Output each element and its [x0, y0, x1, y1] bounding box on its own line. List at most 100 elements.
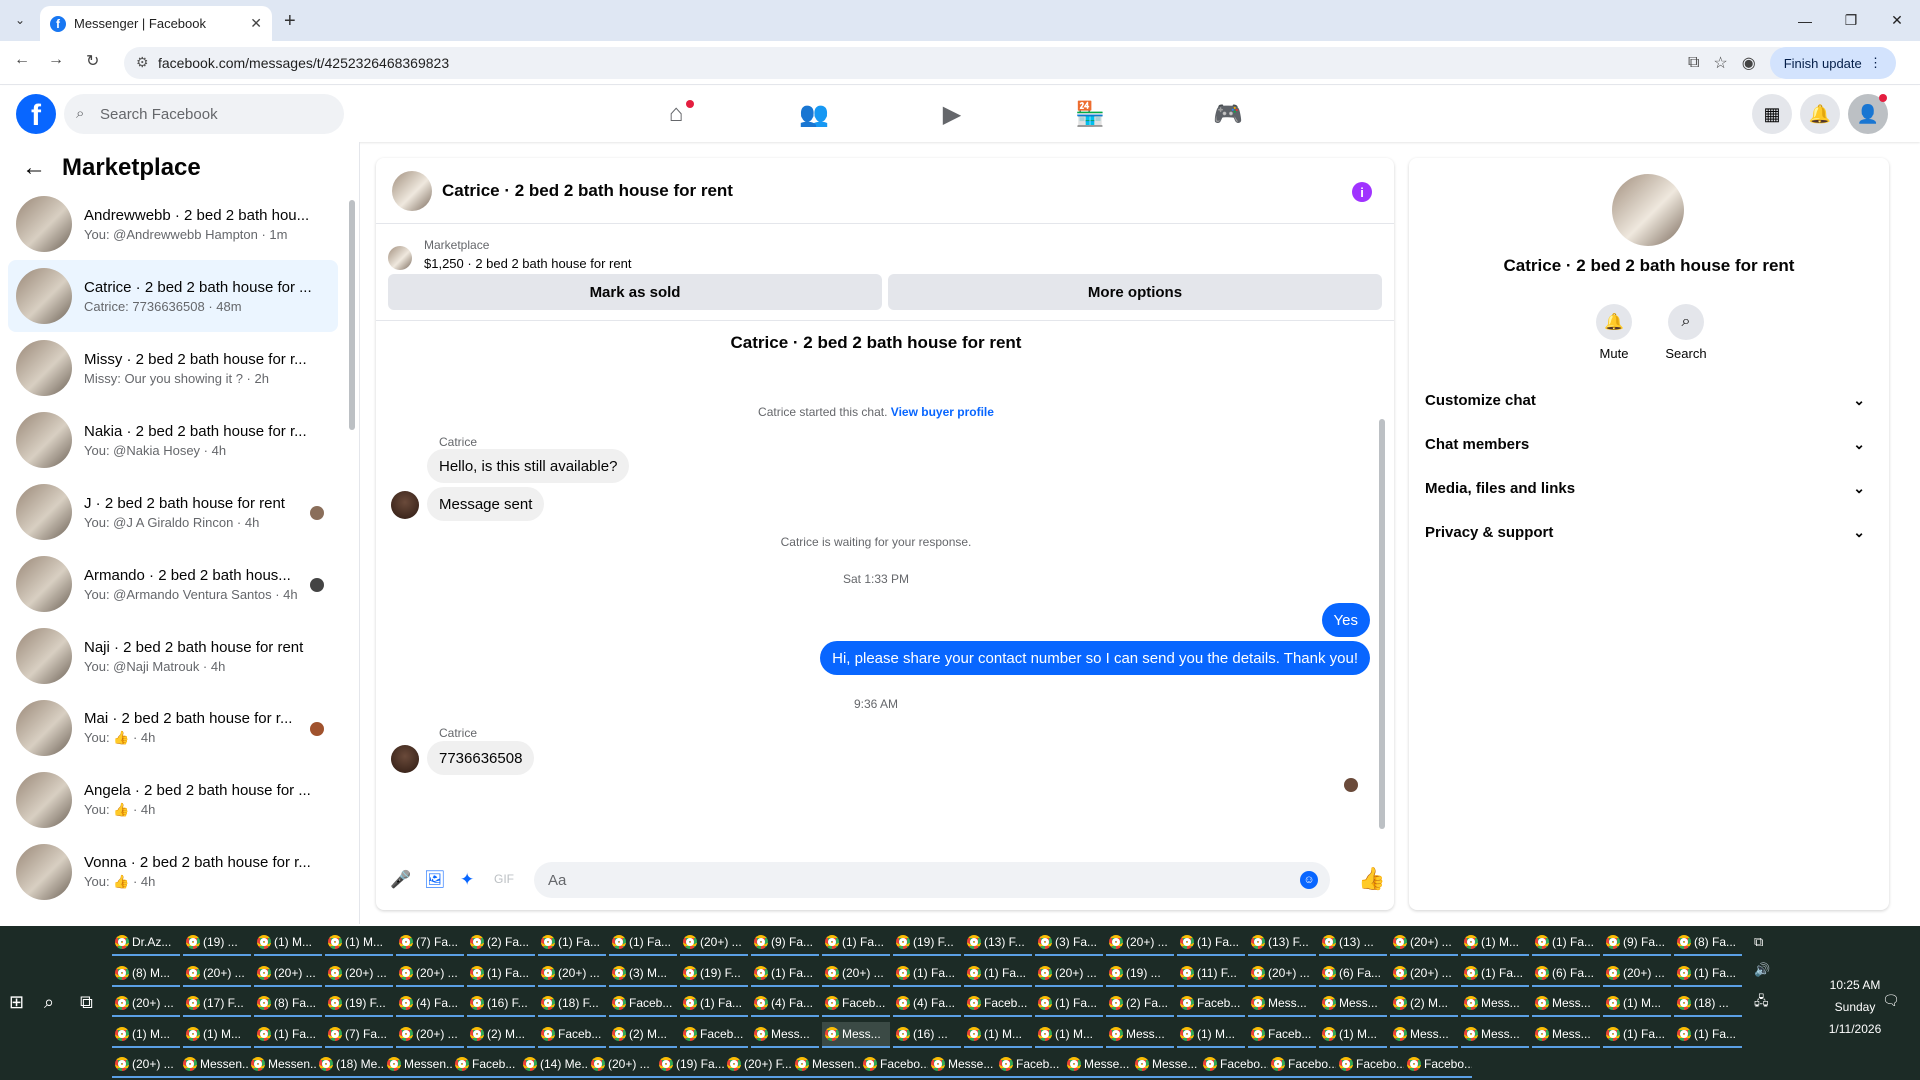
taskbar-window-button[interactable]: (1) M... [254, 930, 322, 956]
taskbar-window-button[interactable]: (18) F... [538, 991, 606, 1017]
taskbar-window-button[interactable]: (2) Fa... [1106, 991, 1174, 1017]
taskbar-window-button[interactable]: (4) Fa... [751, 991, 819, 1017]
conversation-item[interactable]: Vonna · 2 bed 2 bath house for r... You: … [8, 836, 338, 908]
taskbar-window-button[interactable]: (20+) F... [724, 1052, 792, 1078]
taskbar-window-button[interactable]: Faceb... [609, 991, 677, 1017]
video-icon[interactable]: ▶ [934, 98, 970, 130]
back-icon[interactable]: ← [14, 51, 30, 69]
taskbar-window-button[interactable]: (1) M... [964, 1022, 1032, 1048]
facebook-logo-icon[interactable]: f [16, 94, 56, 134]
taskbar-window-button[interactable]: (20+) ... [183, 961, 251, 987]
taskbar-window-button[interactable]: (2) M... [467, 1022, 535, 1048]
bookmark-star-icon[interactable]: ☆ [1713, 53, 1727, 73]
taskbar-window-button[interactable]: (1) Fa... [1035, 991, 1103, 1017]
taskbar-window-button[interactable]: (19) Fa... [656, 1052, 724, 1078]
taskbar-window-button[interactable]: Faceb... [538, 1022, 606, 1048]
message-input[interactable]: Aa ☺ [534, 862, 1330, 898]
taskbar-window-button[interactable]: (18) ... [1674, 991, 1742, 1017]
gif-icon[interactable]: GIF [494, 872, 514, 886]
network-icon[interactable]: 🖧 [1754, 992, 1769, 1014]
outgoing-message[interactable]: Hi, please share your contact number so … [820, 641, 1370, 675]
taskbar-window-button[interactable]: (1) Fa... [964, 961, 1032, 987]
taskbar-window-button[interactable]: (20+) ... [254, 961, 322, 987]
taskbar-window-button[interactable]: (20+) ... [538, 961, 606, 987]
notification-center-icon[interactable]: 🗨 [1882, 992, 1900, 1009]
taskbar-window-button[interactable]: (11) F... [1177, 961, 1245, 987]
taskbar-window-button[interactable]: (16) ... [893, 1022, 961, 1048]
taskbar-window-button[interactable]: (13) ... [1319, 930, 1387, 956]
incoming-message[interactable]: 7736636508 [427, 741, 535, 775]
taskbar-window-button[interactable]: Faceb... [996, 1052, 1064, 1078]
conversation-item[interactable]: Nakia · 2 bed 2 bath house for r... You: … [8, 404, 338, 476]
taskbar-window-button[interactable]: Mess... [1461, 1022, 1529, 1048]
taskbar-window-button[interactable]: Faceb... [964, 991, 1032, 1017]
taskbar-window-button[interactable]: Mess... [1319, 991, 1387, 1017]
address-bar[interactable]: ⚙ facebook.com/messages/t/42523264683698… [124, 47, 1794, 79]
taskbar-window-button[interactable]: (1) Fa... [1603, 1022, 1671, 1048]
taskbar-window-button[interactable]: (1) Fa... [467, 961, 535, 987]
taskbar-window-button[interactable]: Messen... [792, 1052, 860, 1078]
finish-update-button[interactable]: Finish update ⋮ [1769, 47, 1896, 79]
thumbs-up-icon[interactable]: 👍 [1358, 866, 1385, 892]
taskbar-window-button[interactable]: (1) M... [112, 1022, 180, 1048]
taskbar-window-button[interactable]: (1) M... [325, 930, 393, 956]
marketplace-icon[interactable]: 🏪 [1072, 98, 1108, 130]
taskbar-window-button[interactable]: (20+) ... [396, 961, 464, 987]
conversation-item[interactable]: Andrewwebb · 2 bed 2 bath hou... You: @An… [8, 188, 338, 260]
incoming-message[interactable]: Message sent [427, 487, 545, 521]
taskbar-window-button[interactable]: (1) Fa... [1674, 1022, 1742, 1048]
conversation-item[interactable]: Mai · 2 bed 2 bath house for r... You: 👍 … [8, 692, 338, 764]
windows-start-icon[interactable]: ⊞ [9, 992, 24, 1013]
profile-avatar[interactable] [1612, 174, 1684, 246]
listing-banner[interactable]: Marketplace $1,250 · 2 bed 2 bath house … [388, 232, 1378, 280]
restore-icon[interactable]: ❐ [1828, 0, 1874, 41]
outgoing-message[interactable]: Yes [1321, 603, 1370, 637]
new-tab-icon[interactable]: + [284, 10, 296, 33]
taskbar-window-button[interactable]: (1) M... [1603, 991, 1671, 1017]
forward-icon[interactable]: → [48, 51, 64, 69]
taskbar-window-button[interactable]: (1) Fa... [1177, 930, 1245, 956]
taskbar-window-button[interactable]: Mess... [1390, 1022, 1458, 1048]
taskbar-window-button[interactable]: (1) Fa... [1674, 961, 1742, 987]
taskbar-window-button[interactable]: Mess... [1532, 1022, 1600, 1048]
menu-grid-icon[interactable]: ▦ [1752, 94, 1792, 134]
conversation-item[interactable]: Naji · 2 bed 2 bath house for rent You: @… [8, 620, 338, 692]
taskbar-window-button[interactable]: Facebo... [1268, 1052, 1336, 1078]
taskbar-window-button[interactable]: Messen... [384, 1052, 452, 1078]
taskbar-window-button[interactable]: (4) Fa... [396, 991, 464, 1017]
friends-icon[interactable]: 👥 [796, 98, 832, 130]
taskbar-window-button[interactable]: Faceb... [452, 1052, 520, 1078]
taskbar-window-button[interactable]: (1) Fa... [751, 961, 819, 987]
chat-title[interactable]: Catrice · 2 bed 2 bath house for rent [442, 181, 733, 201]
taskbar-window-button[interactable]: (1) Fa... [822, 930, 890, 956]
close-window-icon[interactable]: ✕ [1874, 0, 1920, 41]
taskbar-window-button[interactable]: (1) M... [1177, 1022, 1245, 1048]
mark-as-sold-button[interactable]: Mark as sold [388, 274, 882, 310]
taskbar-window-button[interactable]: (19) F... [893, 930, 961, 956]
thread-scrollbar[interactable] [1379, 419, 1385, 829]
taskbar-window-button[interactable]: (4) Fa... [893, 991, 961, 1017]
search-in-chat-button[interactable]: ⌕ Search [1651, 304, 1721, 361]
sender-avatar[interactable] [391, 745, 419, 773]
conversation-item[interactable]: Armando · 2 bed 2 bath hous... You: @Arma… [8, 548, 338, 620]
taskbar-window-button[interactable]: (1) Fa... [538, 930, 606, 956]
taskbar-window-button[interactable]: Dr.Az... [112, 930, 180, 956]
taskbar-window-button[interactable]: (20+) ... [588, 1052, 656, 1078]
taskbar-window-button[interactable]: Faceb... [1248, 1022, 1316, 1048]
taskbar-window-button[interactable]: Facebo... [1404, 1052, 1472, 1078]
taskbar-window-button[interactable]: (20+) ... [112, 991, 180, 1017]
taskbar-window-button[interactable]: (6) Fa... [1319, 961, 1387, 987]
taskbar-window-button[interactable]: (1) M... [1035, 1022, 1103, 1048]
taskbar-window-button[interactable]: (19) ... [183, 930, 251, 956]
taskbar-window-button[interactable]: (20+) ... [1603, 961, 1671, 987]
taskbar-window-button[interactable]: (8) M... [112, 961, 180, 987]
taskbar-window-button[interactable]: (20+) ... [1106, 930, 1174, 956]
taskbar-window-button[interactable]: (7) Fa... [396, 930, 464, 956]
profile-icon[interactable]: ◉ [1742, 53, 1756, 73]
mute-button[interactable]: 🔔 Mute [1579, 304, 1649, 361]
sidebar-scrollbar[interactable] [349, 200, 355, 430]
taskbar-window-button[interactable]: (2) Fa... [467, 930, 535, 956]
taskbar-window-button[interactable]: (20+) ... [396, 1022, 464, 1048]
taskbar-search-icon[interactable]: ⌕ [44, 992, 54, 1013]
account-avatar[interactable]: 👤 [1848, 94, 1888, 134]
